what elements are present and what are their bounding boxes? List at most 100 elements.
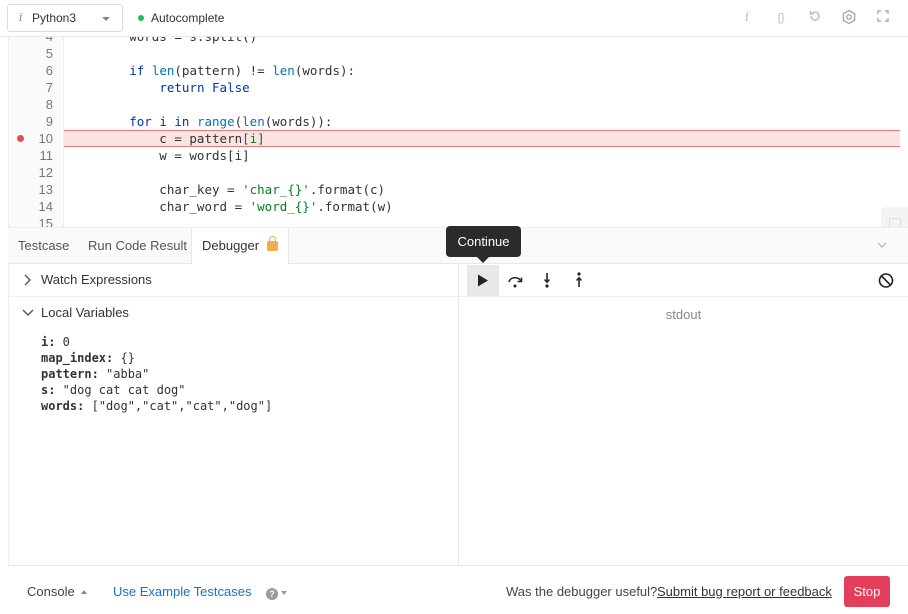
chevron-down-icon bbox=[102, 17, 110, 21]
local-variables-header[interactable]: Local Variables bbox=[9, 297, 459, 330]
watch-expressions-header[interactable]: Watch Expressions bbox=[9, 264, 459, 297]
line-code: c = pattern[i] bbox=[69, 131, 265, 146]
code-line: 7 return False bbox=[9, 79, 908, 96]
code-line: 8 bbox=[9, 96, 908, 113]
step-out-icon bbox=[575, 272, 583, 287]
code-lines[interactable]: 4 words = s.split() 5 6 if len(pattern) … bbox=[9, 37, 908, 227]
fullscreen-icon[interactable] bbox=[874, 9, 892, 27]
chevron-down-icon bbox=[281, 591, 287, 595]
line-number: 12 bbox=[38, 165, 53, 180]
help-button[interactable]: ? bbox=[266, 585, 287, 600]
line-number: 6 bbox=[45, 63, 53, 78]
code-line: 11 w = words[i] bbox=[9, 147, 908, 164]
variable-row: pattern: "abba" bbox=[41, 366, 272, 382]
variable-row: words: ["dog","cat","cat","dog"] bbox=[41, 398, 272, 414]
variable-name: i: bbox=[41, 335, 56, 349]
debugger-controls bbox=[459, 264, 908, 297]
code-line: 6 if len(pattern) != len(words): bbox=[9, 62, 908, 79]
variable-name: map_index: bbox=[41, 351, 114, 365]
status-dot-icon bbox=[138, 15, 144, 21]
line-number: 15 bbox=[38, 216, 53, 227]
line-number: 10 bbox=[38, 131, 53, 146]
feedback-link[interactable]: Submit bug report or feedback bbox=[657, 584, 832, 599]
step-over-icon bbox=[508, 277, 523, 288]
step-out-button[interactable] bbox=[563, 265, 595, 296]
document-icon[interactable] bbox=[881, 207, 908, 227]
chevron-down-icon[interactable] bbox=[876, 239, 888, 251]
chevron-down-icon bbox=[22, 309, 34, 316]
tab-debugger-label: Debugger bbox=[202, 238, 260, 253]
code-line: 13 char_key = 'char_{}'.format(c) bbox=[9, 181, 908, 198]
line-code: if len(pattern) != len(words): bbox=[129, 63, 356, 78]
line-code: char_word = 'word_{}'.format(w) bbox=[69, 199, 393, 214]
variable-value: ["dog","cat","cat","dog"] bbox=[84, 399, 273, 413]
line-code: for i in range(len(words)): bbox=[129, 114, 333, 129]
code-line: 12 bbox=[9, 164, 908, 181]
code-line-current: 10 c = pattern[i] bbox=[9, 130, 908, 147]
stdout-label: stdout bbox=[665, 307, 702, 322]
code-line: 5 bbox=[9, 45, 908, 62]
variable-row: s: "dog cat cat dog" bbox=[41, 382, 272, 398]
variable-value: 0 bbox=[55, 335, 70, 349]
step-into-icon bbox=[543, 273, 551, 288]
language-label: Python3 bbox=[32, 11, 77, 25]
chevron-right-icon bbox=[24, 274, 31, 286]
console-label: Console bbox=[27, 584, 75, 599]
line-code: char_key = 'char_{}'.format(c) bbox=[69, 182, 386, 197]
breakpoints-off-icon bbox=[878, 273, 894, 288]
watch-expressions-label: Watch Expressions bbox=[41, 272, 152, 287]
debugger-output-pane: stdout bbox=[459, 264, 908, 565]
reset-icon[interactable] bbox=[806, 9, 824, 27]
stop-button[interactable]: Stop bbox=[844, 576, 890, 607]
variable-value: "dog cat cat dog" bbox=[55, 383, 186, 397]
line-code: return False bbox=[159, 80, 250, 95]
autocomplete-label: Autocomplete bbox=[151, 11, 225, 25]
line-number: 7 bbox=[45, 80, 53, 95]
line-code: words = s.split() bbox=[69, 37, 257, 45]
code-line: 14 char_word = 'word_{}'.format(w) bbox=[9, 198, 908, 215]
question-icon: ? bbox=[266, 588, 278, 600]
info-icon[interactable]: i bbox=[738, 9, 756, 27]
line-number: 9 bbox=[45, 114, 53, 129]
variable-value: {} bbox=[113, 351, 135, 365]
editor-toolbar: i Python3 Autocomplete i {} bbox=[0, 0, 908, 37]
variable-row: i: 0 bbox=[41, 334, 272, 350]
feedback-question: Was the debugger useful? bbox=[506, 584, 658, 599]
variable-name: s: bbox=[41, 383, 56, 397]
play-icon bbox=[478, 274, 488, 287]
local-variables-list: i: 0 map_index: {} pattern: "abba" s: "d… bbox=[41, 334, 272, 414]
footer-bar: Console Use Example Testcases ? Was the … bbox=[8, 565, 908, 614]
line-number: 11 bbox=[39, 148, 54, 163]
line-number: 14 bbox=[38, 199, 53, 214]
step-over-button[interactable] bbox=[499, 265, 531, 296]
continue-button[interactable] bbox=[467, 265, 499, 296]
line-number: 8 bbox=[45, 97, 53, 112]
code-line: 4 words = s.split() bbox=[9, 37, 908, 45]
use-example-testcases-link[interactable]: Use Example Testcases bbox=[113, 584, 252, 599]
code-editor[interactable]: 4 words = s.split() 5 6 if len(pattern) … bbox=[8, 37, 908, 227]
line-code: w = words[i] bbox=[69, 148, 250, 163]
local-variables-label: Local Variables bbox=[41, 305, 129, 320]
braces-icon[interactable]: {} bbox=[772, 9, 790, 27]
line-number: 4 bbox=[9, 37, 53, 45]
settings-icon[interactable] bbox=[840, 9, 858, 27]
tab-testcase[interactable]: Testcase bbox=[18, 228, 69, 264]
tab-run-code-result[interactable]: Run Code Result bbox=[88, 228, 187, 264]
console-button[interactable]: Console bbox=[27, 584, 87, 599]
lock-icon bbox=[267, 236, 279, 251]
chevron-up-icon bbox=[80, 590, 87, 594]
code-line: 9 for i in range(len(words)): bbox=[9, 113, 908, 130]
variable-row: map_index: {} bbox=[41, 350, 272, 366]
tab-debugger[interactable]: Debugger bbox=[191, 228, 290, 264]
info-icon: i bbox=[19, 11, 23, 24]
variable-name: words: bbox=[41, 399, 85, 413]
line-number: 13 bbox=[38, 182, 53, 197]
continue-tooltip: Continue bbox=[446, 226, 521, 263]
language-select[interactable]: i Python3 bbox=[7, 4, 123, 32]
step-into-button[interactable] bbox=[531, 265, 563, 296]
variable-value: "abba" bbox=[98, 367, 150, 381]
variable-name: pattern: bbox=[41, 367, 99, 381]
line-number: 5 bbox=[45, 46, 53, 61]
autocomplete-status[interactable]: Autocomplete bbox=[138, 11, 224, 25]
disable-breakpoints-button[interactable] bbox=[870, 265, 902, 296]
